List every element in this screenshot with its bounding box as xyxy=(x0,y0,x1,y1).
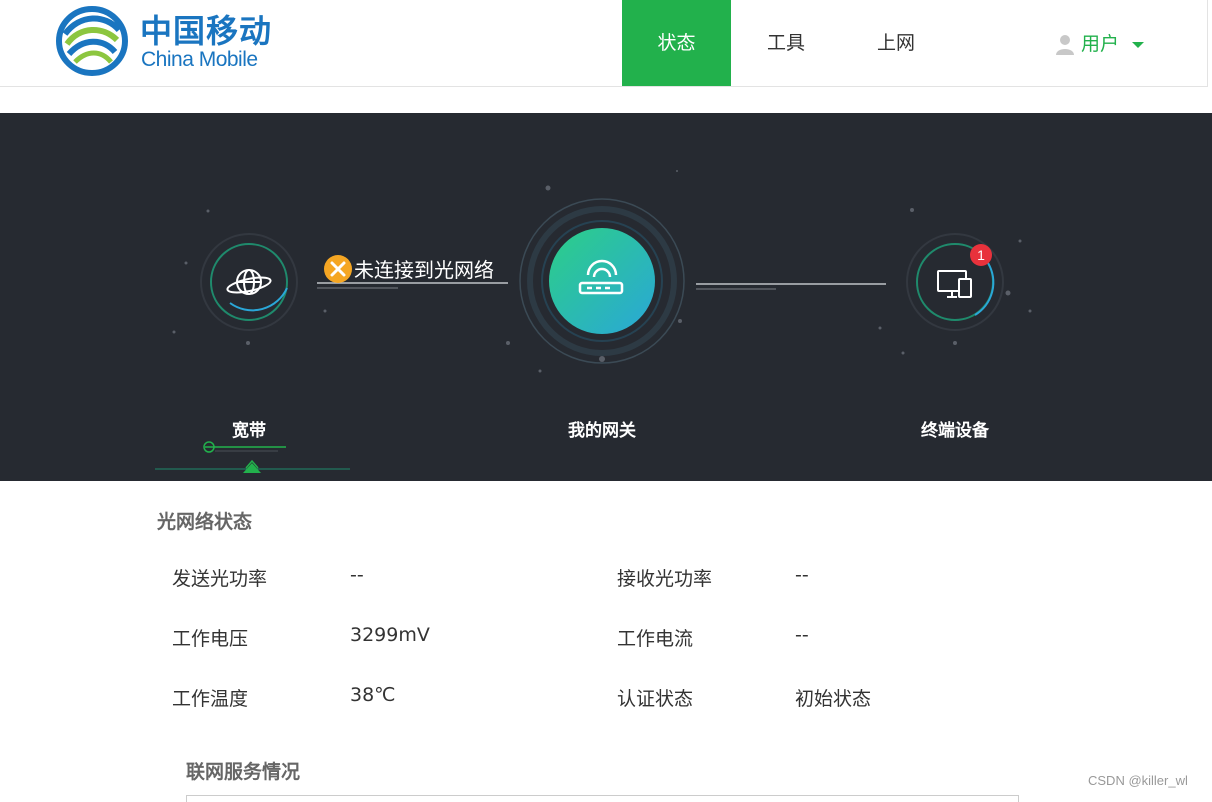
top-header: 中国移动 China Mobile 状态 工具 上网 用户 xyxy=(0,0,1208,87)
chevron-down-icon xyxy=(1132,41,1145,48)
nav-tab-tools[interactable]: 工具 xyxy=(731,0,841,86)
user-icon xyxy=(1056,34,1074,55)
nav-tab-internet[interactable]: 上网 xyxy=(841,0,951,86)
current-value: -- xyxy=(795,624,809,646)
voltage-label: 工作电压 xyxy=(172,628,249,650)
tx-power-value: -- xyxy=(350,564,364,586)
nav-tab-status[interactable]: 状态 xyxy=(622,0,731,86)
brand-name-en: China Mobile xyxy=(141,48,258,71)
temperature-label: 工作温度 xyxy=(172,688,249,710)
service-status-title: 联网服务情况 xyxy=(186,761,301,783)
china-mobile-logo[interactable]: 中国移动 China Mobile xyxy=(55,4,285,78)
china-mobile-logo-icon xyxy=(56,6,128,76)
auth-status-label: 认证状态 xyxy=(617,688,694,710)
temperature-value: 38℃ xyxy=(350,684,396,706)
current-label: 工作电流 xyxy=(617,628,694,650)
auth-status-value: 初始状态 xyxy=(795,688,872,710)
brand-name-cn: 中国移动 xyxy=(140,12,273,50)
user-menu-label: 用户 xyxy=(1081,33,1120,55)
gateway-label[interactable]: 我的网关 xyxy=(522,416,682,441)
device-count-badge: 1 xyxy=(970,244,992,266)
tx-power-label: 发送光功率 xyxy=(172,568,268,590)
voltage-value: 3299mV xyxy=(350,624,430,646)
connection-status-text: 未连接到光网络 xyxy=(354,258,494,282)
rx-power-value: -- xyxy=(795,564,809,586)
gateway-node[interactable] xyxy=(519,198,685,364)
devices-label[interactable]: 终端设备 xyxy=(875,416,1035,441)
disconnected-icon xyxy=(324,255,352,283)
broadband-label[interactable]: 宽带 xyxy=(169,416,329,441)
watermark: CSDN @killer_wl xyxy=(1088,773,1188,788)
broadband-node[interactable] xyxy=(200,233,298,331)
selected-node-indicator xyxy=(155,441,350,473)
network-topology-banner: 未连接到光网络 1 宽带 我的网关 终端设备 xyxy=(0,113,1212,481)
optical-status-title: 光网络状态 xyxy=(157,511,253,533)
rx-power-label: 接收光功率 xyxy=(617,568,713,590)
user-menu[interactable]: 用户 xyxy=(1055,31,1145,57)
